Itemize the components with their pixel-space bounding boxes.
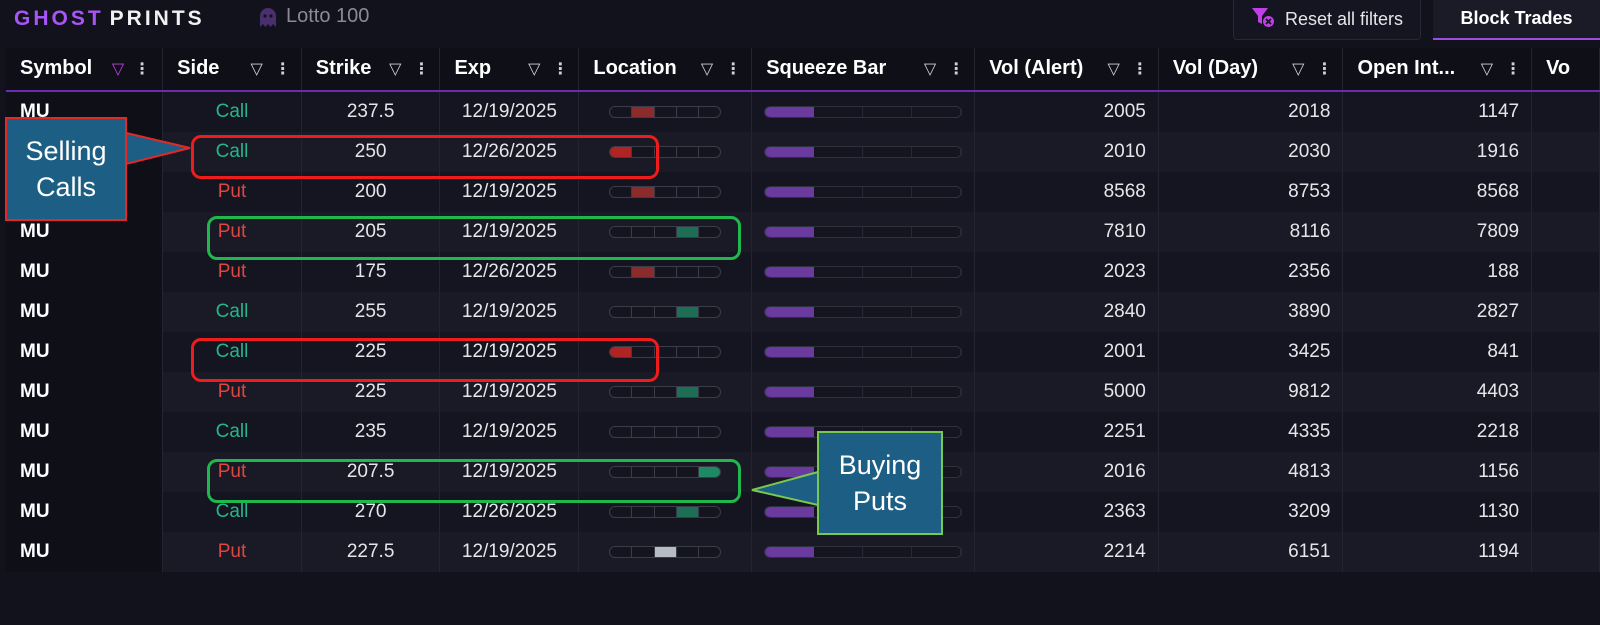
callout-selling-calls: Selling Calls <box>5 117 127 221</box>
callout-selling-calls-text: Selling Calls <box>25 136 107 202</box>
callout-pointers <box>121 130 819 507</box>
callout-buying-puts: Buying Puts <box>817 431 943 535</box>
callout-buying-puts-text: Buying Puts <box>838 450 922 516</box>
